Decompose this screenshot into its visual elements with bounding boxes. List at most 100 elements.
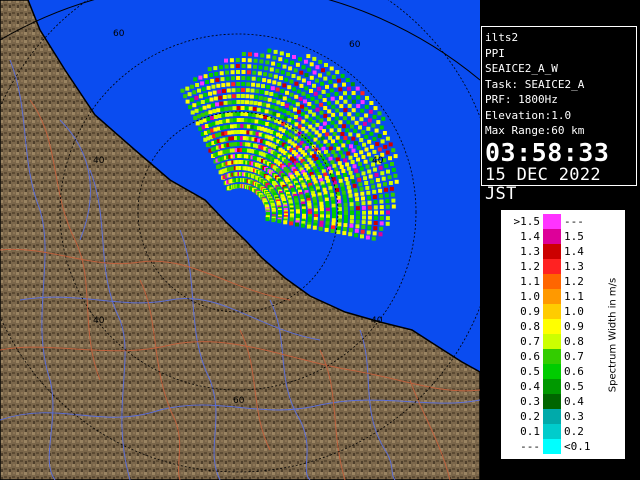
echo-cell: [356, 157, 360, 162]
echo-cell: [261, 121, 266, 125]
echo-cell: [241, 58, 246, 62]
echo-cell: [211, 121, 216, 126]
echo-cell: [241, 82, 246, 86]
echo-cell: [384, 187, 388, 192]
echo-cell: [256, 107, 261, 112]
echo-cell: [390, 192, 395, 197]
legend-swatch: [543, 304, 561, 319]
echo-cell: [311, 112, 316, 117]
echo-cell: [308, 117, 313, 122]
echo-cell: [364, 104, 369, 109]
echo-cell: [355, 112, 360, 117]
echo-cell: [325, 207, 330, 212]
echo-cell: [233, 118, 238, 123]
echo-cell: [304, 107, 309, 112]
echo-cell: [243, 118, 248, 123]
echo-cell: [215, 102, 220, 107]
echo-cell: [360, 108, 365, 113]
max-range-value: Max Range:60 km: [485, 124, 585, 137]
echo-cell: [388, 156, 392, 161]
echo-cell: [351, 136, 356, 141]
echo-cell: [318, 59, 323, 64]
echo-cell: [205, 98, 210, 103]
echo-cell: [250, 88, 255, 93]
echo-cell: [327, 182, 332, 187]
echo-cell: [358, 162, 362, 166]
echo-cell: [343, 198, 348, 203]
echo-cell: [232, 100, 237, 105]
echo-cell: [355, 224, 360, 229]
legend-swatch: [543, 214, 561, 229]
echo-cell: [356, 104, 361, 109]
echo-cell: [249, 94, 254, 99]
legend-low-value: 0.3: [520, 395, 540, 408]
echo-cell: [248, 52, 252, 57]
echo-cell: [385, 136, 390, 141]
echo-cell: [193, 115, 198, 120]
echo-cell: [255, 113, 260, 118]
echo-cell: [213, 115, 218, 119]
echo-cell: [373, 215, 378, 220]
echo-cell: [198, 107, 203, 112]
echo-cell: [264, 66, 269, 71]
echo-cell: [337, 78, 341, 83]
echo-cell: [367, 169, 372, 174]
echo-cell: [248, 106, 253, 111]
echo-cell: [189, 97, 194, 102]
echo-cell: [251, 82, 256, 87]
echo-cell: [210, 78, 215, 83]
echo-cell: [354, 168, 359, 173]
legend-low-value: 0.4: [520, 380, 540, 393]
echo-cell: [331, 104, 336, 109]
echo-cell: [245, 100, 249, 105]
echo-cell: [236, 88, 241, 92]
echo-cell: [284, 77, 289, 82]
legend-high-value: 1.1: [564, 290, 584, 303]
echo-cell: [208, 110, 213, 115]
echo-cell: [349, 198, 354, 202]
legend-low-value: 0.2: [520, 410, 540, 423]
echo-cell: [363, 176, 367, 181]
echo-cell: [231, 88, 236, 93]
echo-cell: [312, 225, 317, 230]
echo-cell: [282, 83, 287, 88]
echo-cell: [361, 205, 366, 210]
echo-cell: [350, 210, 354, 215]
product-type: PPI: [485, 46, 505, 60]
echo-cell: [382, 131, 387, 135]
echo-cell: [367, 195, 371, 200]
echo-cell: [374, 210, 378, 215]
echo-cell: [278, 57, 283, 62]
echo-cell: [351, 91, 356, 95]
echo-cell: [275, 87, 280, 92]
echo-cell: [266, 54, 271, 59]
echo-cell: [272, 80, 277, 85]
echo-cell: [348, 132, 353, 137]
echo-cell: [359, 150, 364, 155]
echo-cell: [224, 106, 229, 111]
echo-cell: [218, 120, 223, 124]
echo-cell: [337, 226, 341, 231]
echo-cell: [337, 207, 342, 212]
echo-cell: [246, 70, 251, 75]
echo-cell: [204, 124, 209, 128]
echo-cell: [343, 136, 348, 140]
echo-cell: [282, 109, 287, 114]
echo-cell: [206, 85, 211, 90]
echo-cell: [270, 104, 275, 109]
echo-cell: [194, 108, 199, 113]
echo-cell: [251, 113, 256, 117]
echo-cell: [333, 143, 338, 147]
echo-cell: [385, 150, 390, 155]
echo-cell: [337, 175, 342, 180]
echo-cell: [221, 113, 226, 118]
echo-cell: [391, 204, 396, 209]
echo-cell: [307, 67, 312, 72]
echo-cell: [280, 89, 285, 94]
legend-row: 1.2 1.3: [501, 259, 627, 274]
echo-cell: [348, 232, 353, 237]
echo-cell: [336, 146, 341, 151]
echo-cell: [294, 115, 298, 119]
echo-cell: [251, 118, 256, 123]
echo-cell: [235, 58, 240, 62]
